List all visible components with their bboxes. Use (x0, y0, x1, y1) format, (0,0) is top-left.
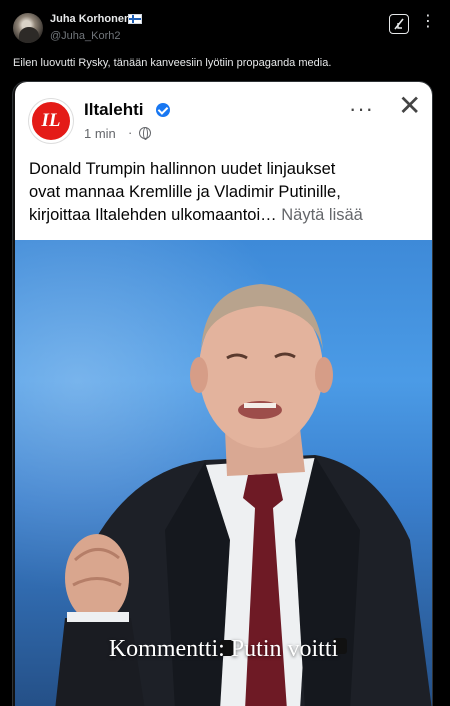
see-more-link[interactable]: Näytä lisää (281, 206, 363, 224)
author-avatar[interactable] (13, 13, 43, 43)
finland-flag-icon (128, 14, 142, 24)
post-text-line: Donald Trumpin hallinnon uudet linjaukse… (29, 160, 336, 178)
tweet-text: Eilen luovutti Rysky, tänään kanveesiin … (13, 57, 332, 69)
post-photo[interactable]: Kommentti: Putin voitti (15, 240, 432, 706)
post-text-truncated: kirjoittaa Iltalehden ulkomaantoi… (29, 206, 277, 224)
close-icon[interactable]: ✕ (398, 92, 421, 120)
time-separator: · (128, 125, 133, 140)
author-handle[interactable]: @Juha_Korh2 (50, 30, 121, 42)
globe-icon (139, 127, 151, 140)
verified-badge-icon (156, 103, 170, 117)
post-text-line: ovat mannaa Kremlille ja Vladimir Putini… (29, 183, 341, 201)
author-name[interactable]: Juha Korhonen (50, 13, 131, 25)
source-name[interactable]: Iltalehti (84, 100, 144, 120)
post-text: Donald Trumpin hallinnon uudet linjaukse… (29, 158, 429, 227)
post-text-line: kirjoittaa Iltalehden ulkomaantoi… Näytä… (29, 204, 429, 227)
logo-text: IL (41, 110, 61, 131)
grok-icon[interactable] (389, 14, 409, 34)
tweet-header: Juha Korhonen @Juha_Korh2 ⋮ (0, 0, 450, 50)
card-menu-icon[interactable]: ··· (349, 96, 374, 122)
iltalehti-logo[interactable]: IL (29, 99, 73, 143)
post-header-panel: IL Iltalehti 1 min · ··· ✕ Donald Trumpi… (15, 82, 432, 240)
image-caption: Kommentti: Putin voitti (108, 636, 339, 662)
more-options-icon[interactable]: ⋮ (420, 14, 437, 30)
post-time[interactable]: 1 min (84, 126, 116, 141)
embedded-post-image[interactable]: IL Iltalehti 1 min · ··· ✕ Donald Trumpi… (12, 81, 433, 706)
